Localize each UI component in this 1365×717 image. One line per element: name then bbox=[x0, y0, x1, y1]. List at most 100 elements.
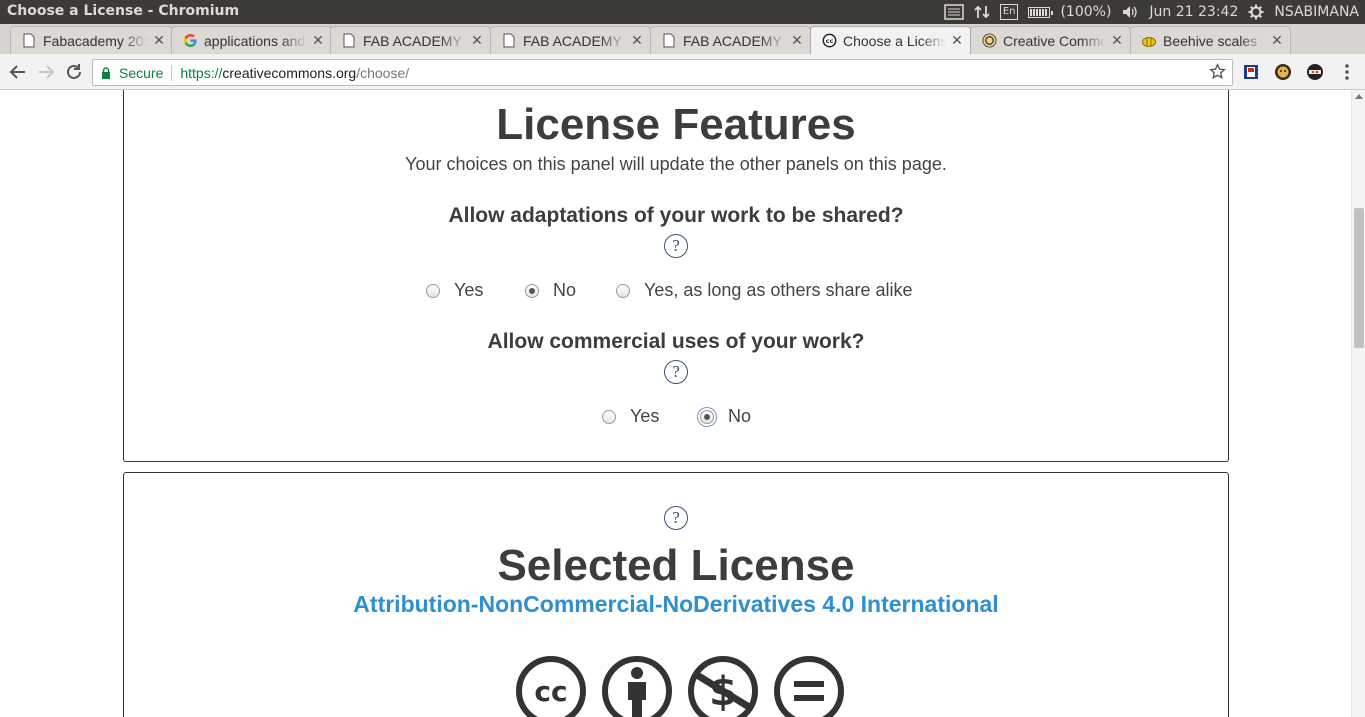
document-icon bbox=[661, 33, 677, 49]
tab-fabacademy[interactable]: Fabacademy 2018 ✕ bbox=[10, 26, 173, 54]
google-icon bbox=[182, 33, 198, 49]
battery-icon[interactable] bbox=[1028, 6, 1054, 18]
svg-text:cc: cc bbox=[534, 675, 567, 708]
selected-license-help-icon[interactable]: ? bbox=[664, 506, 688, 530]
tab-beehive-scales[interactable]: Beehive scales ✕ bbox=[1130, 26, 1291, 54]
tab-choose-license[interactable]: cc Choose a License ✕ bbox=[810, 26, 971, 54]
extension-flag-icon[interactable] bbox=[1241, 62, 1261, 82]
document-icon bbox=[21, 33, 37, 49]
url-scheme: https:// bbox=[180, 64, 223, 81]
adaptations-radio-share-alike[interactable] bbox=[616, 283, 630, 298]
os-top-bar: Choose a License - Chromium En (100%) Ju… bbox=[0, 0, 1365, 24]
bookmark-star-icon[interactable] bbox=[1209, 63, 1226, 83]
extension-ninja-icon[interactable] bbox=[1305, 62, 1325, 82]
close-icon[interactable]: ✕ bbox=[311, 34, 325, 48]
close-icon[interactable]: ✕ bbox=[630, 34, 644, 48]
adaptations-option-share-alike-label: Yes, as long as others share alike bbox=[644, 280, 913, 300]
reload-icon bbox=[67, 64, 81, 79]
language-indicator[interactable]: En bbox=[999, 4, 1019, 20]
selected-license-title: Selected License bbox=[497, 541, 855, 590]
document-icon bbox=[501, 33, 517, 49]
cc-icon: cc bbox=[821, 33, 837, 49]
license-features-title: License Features bbox=[496, 100, 856, 149]
adaptations-option-share-alike[interactable]: Yes, as long as others share alike bbox=[616, 280, 913, 301]
close-icon[interactable]: ✕ bbox=[470, 34, 484, 48]
license-icons: cc $ bbox=[515, 655, 845, 717]
commercial-option-yes[interactable]: Yes bbox=[602, 406, 659, 427]
url-path: /choose/ bbox=[356, 64, 410, 81]
close-icon[interactable]: ✕ bbox=[1270, 34, 1284, 48]
document-icon bbox=[341, 33, 357, 49]
clock[interactable]: Jun 21 23:42 bbox=[1149, 4, 1238, 20]
browser-toolbar: Secure https:// creativecommons.org /cho… bbox=[0, 54, 1365, 90]
extension-face-icon[interactable] bbox=[1273, 62, 1293, 82]
tab-fab-academy-2[interactable]: FAB ACADEMY ✕ bbox=[490, 26, 651, 54]
system-tray: En (100%) Jun 21 23:42 NSABIMANA bbox=[944, 0, 1359, 24]
close-icon[interactable]: ✕ bbox=[152, 34, 166, 48]
user-name[interactable]: NSABIMANA bbox=[1274, 4, 1359, 20]
adaptations-radio-no[interactable] bbox=[525, 283, 539, 298]
adaptations-help-icon[interactable]: ? bbox=[664, 234, 688, 258]
license-features-panel: License Features Your choices on this pa… bbox=[123, 90, 1229, 462]
page-viewport: License Features Your choices on this pa… bbox=[0, 90, 1351, 717]
address-bar[interactable]: Secure https:// creativecommons.org /cho… bbox=[92, 59, 1233, 86]
adaptations-option-no[interactable]: No bbox=[525, 280, 576, 301]
keyboard-menu-icon[interactable] bbox=[944, 4, 964, 20]
commercial-radio-no[interactable] bbox=[700, 409, 714, 424]
tab-creative-commons[interactable]: Creative Commons ✕ bbox=[970, 26, 1131, 54]
tab-applications[interactable]: applications and ✕ bbox=[171, 26, 332, 54]
noderivatives-icon bbox=[774, 656, 844, 717]
tab-label: Beehive scales bbox=[1163, 32, 1258, 49]
commercial-help-icon[interactable]: ? bbox=[664, 360, 688, 384]
tab-label: Fabacademy 2018 bbox=[43, 32, 148, 49]
tab-label: Choose a License bbox=[843, 32, 946, 49]
adaptations-radio-yes[interactable] bbox=[426, 283, 440, 298]
adaptations-option-no-label: No bbox=[553, 280, 577, 300]
network-arrows-icon[interactable] bbox=[974, 4, 990, 20]
adaptations-question: Allow adaptations of your work to be sha… bbox=[448, 204, 904, 227]
commercial-radio-yes[interactable] bbox=[602, 409, 616, 424]
tab-label: FAB ACADEMY bbox=[523, 32, 622, 49]
close-icon[interactable]: ✕ bbox=[1110, 34, 1124, 48]
forward-button[interactable] bbox=[35, 61, 57, 83]
secure-label[interactable]: Secure bbox=[119, 65, 163, 81]
tab-label: applications and bbox=[204, 32, 306, 49]
scrollbar-thumb[interactable] bbox=[1354, 208, 1364, 348]
tab-fab-academy-1[interactable]: FAB ACADEMY ✕ bbox=[330, 26, 491, 54]
forward-arrow-icon bbox=[39, 65, 55, 79]
commercial-option-yes-label: Yes bbox=[630, 406, 660, 426]
volume-icon[interactable] bbox=[1121, 4, 1139, 20]
close-icon[interactable]: ✕ bbox=[950, 34, 964, 48]
tab-fab-academy-3[interactable]: FAB ACADEMY ✕ bbox=[650, 26, 811, 54]
lock-icon[interactable] bbox=[101, 66, 113, 79]
svg-text:cc: cc bbox=[825, 37, 833, 45]
page-scrollbar[interactable] bbox=[1351, 90, 1365, 717]
license-features-subtitle: Your choices on this panel will update t… bbox=[405, 154, 947, 174]
window-title: Choose a License - Chromium bbox=[7, 3, 240, 19]
power-gear-icon[interactable] bbox=[1248, 4, 1264, 20]
close-icon[interactable]: ✕ bbox=[790, 34, 804, 48]
omnibox-divider bbox=[171, 64, 173, 81]
tab-strip: Fabacademy 2018 ✕ applications and ✕ FAB… bbox=[0, 24, 1365, 74]
battery-percentage: (100%) bbox=[1060, 4, 1112, 20]
commercial-option-no-label: No bbox=[728, 406, 752, 426]
cc-logo-icon bbox=[981, 33, 997, 49]
scroll-up-arrow-icon[interactable] bbox=[1355, 94, 1363, 99]
reload-button[interactable] bbox=[63, 61, 85, 83]
adaptations-option-yes[interactable]: Yes bbox=[426, 280, 483, 301]
noncommercial-icon: $ bbox=[688, 656, 758, 717]
commercial-option-no[interactable]: No bbox=[700, 406, 751, 427]
back-button[interactable] bbox=[7, 61, 29, 83]
url-host: creativecommons.org bbox=[222, 64, 357, 81]
selected-license-name-link[interactable]: Attribution-NonCommercial-NoDerivatives … bbox=[124, 591, 1228, 618]
bee-icon bbox=[1141, 33, 1157, 49]
menu-kebab-icon[interactable] bbox=[1337, 62, 1357, 82]
tab-label: FAB ACADEMY bbox=[683, 32, 782, 49]
selected-license-panel: ? Selected License Attribution-NonCommer… bbox=[123, 472, 1229, 717]
commercial-question: Allow commercial uses of your work? bbox=[487, 330, 865, 353]
tab-label: FAB ACADEMY bbox=[363, 32, 462, 49]
adaptations-option-yes-label: Yes bbox=[454, 280, 484, 300]
tab-label: Creative Commons bbox=[1003, 32, 1106, 49]
cc-icon: cc bbox=[516, 656, 586, 717]
back-arrow-icon bbox=[9, 65, 25, 79]
